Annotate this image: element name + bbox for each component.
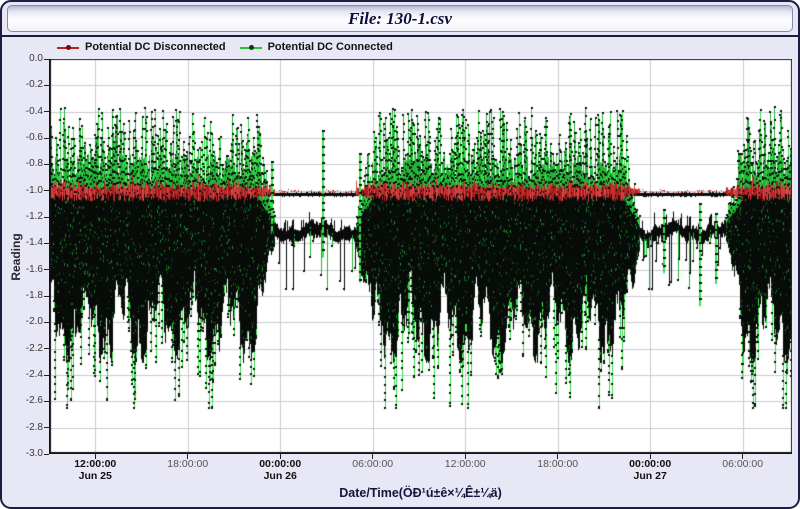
legend-label-connected: Potential DC Connected (268, 41, 393, 53)
y-tick-label: -0.4 (9, 106, 43, 117)
x-tick-label: 18:00:00 (167, 458, 208, 470)
y-tick-label: -0.2 (9, 79, 43, 90)
x-tick-date-label: Jun 27 (634, 470, 667, 482)
y-tick-mark (44, 59, 49, 60)
y-tick-label: -2.8 (9, 422, 43, 433)
x-tick-label: 12:00:00 (445, 458, 486, 470)
y-tick-label: -0.6 (9, 132, 43, 143)
y-tick-mark (44, 164, 49, 165)
window-title: File: 130-1.csv (348, 9, 452, 28)
y-tick-mark (44, 454, 49, 455)
y-tick-label: 0.0 (9, 53, 43, 64)
x-axis-label: Date/Time(ÖÐ¹ú±ê×¼Ê±¼ä) (49, 486, 792, 500)
y-tick-mark (44, 296, 49, 297)
y-tick-mark (44, 111, 49, 112)
x-tick-label: 06:00:00 (722, 458, 763, 470)
y-tick-label: -1.2 (9, 211, 43, 222)
x-tick-label: 18:00:00 (537, 458, 578, 470)
y-tick-label: -0.8 (9, 158, 43, 169)
y-tick-mark (44, 348, 49, 349)
y-tick-mark (44, 269, 49, 270)
x-tick-label: 12:00:00 (74, 458, 116, 470)
plot-canvas (49, 59, 792, 454)
y-tick-label: -2.6 (9, 395, 43, 406)
green-series-marker-icon (240, 43, 262, 52)
y-tick-label: -1.4 (9, 237, 43, 248)
y-tick-mark (44, 401, 49, 402)
y-tick-mark (44, 138, 49, 139)
y-tick-mark (44, 217, 49, 218)
x-tick-date-label: Jun 26 (264, 470, 297, 482)
y-tick-mark (44, 85, 49, 86)
legend-label-disconnected: Potential DC Disconnected (85, 41, 226, 53)
x-tick-label: 00:00:00 (629, 458, 671, 470)
title-separator (2, 35, 798, 37)
y-tick-label: -3.0 (9, 448, 43, 459)
legend-item-disconnected: Potential DC Disconnected (57, 41, 226, 53)
red-series-marker-icon (57, 43, 79, 52)
y-tick-label: -2.0 (9, 316, 43, 327)
y-tick-label: -1.0 (9, 185, 43, 196)
title-bar: File: 130-1.csv (7, 5, 793, 32)
x-tick-date-label: Jun 25 (79, 470, 112, 482)
y-tick-label: -1.8 (9, 290, 43, 301)
y-tick-mark (44, 375, 49, 376)
y-tick-mark (44, 322, 49, 323)
y-tick-mark (44, 243, 49, 244)
x-tick-label: 00:00:00 (259, 458, 301, 470)
y-tick-label: -2.2 (9, 343, 43, 354)
x-tick-label: 06:00:00 (352, 458, 393, 470)
legend-item-connected: Potential DC Connected (240, 41, 393, 53)
y-tick-mark (44, 190, 49, 191)
chart-window: File: 130-1.csv Potential DC Disconnecte… (0, 0, 800, 509)
y-tick-label: -1.6 (9, 264, 43, 275)
y-tick-label: -2.4 (9, 369, 43, 380)
legend: Potential DC Disconnected Potential DC C… (57, 40, 393, 54)
y-tick-mark (44, 427, 49, 428)
